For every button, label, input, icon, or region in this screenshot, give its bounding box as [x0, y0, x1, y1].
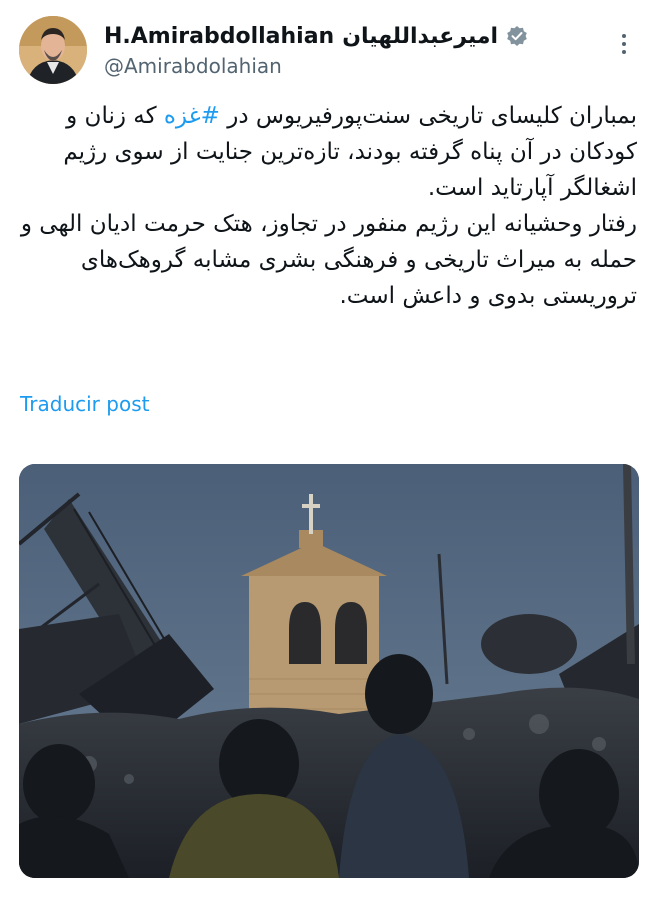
display-name-latin[interactable]: H.Amirabdollahian	[104, 24, 334, 49]
tweet-paragraph-1: بمباران کلیسای تاریخی سنت‌پورفیریوس در #…	[20, 98, 637, 206]
author-handle[interactable]: @Amirabdolahian	[104, 54, 282, 78]
tweet-media-image[interactable]	[19, 464, 639, 878]
display-name-persian[interactable]: امیرعبداللهیان	[342, 24, 498, 49]
church-photo-image	[19, 464, 639, 878]
author-name-row[interactable]: H.Amirabdollahian امیرعبداللهیان	[104, 16, 528, 56]
tweet-paragraph-2: رفتار وحشیانه این رژیم منفور در تجاوز، ه…	[20, 211, 637, 309]
verified-badge-icon	[506, 25, 528, 47]
tweet-text: بمباران کلیسای تاریخی سنت‌پورفیریوس در #…	[20, 98, 637, 314]
tweet-header: H.Amirabdollahian امیرعبداللهیان @Amirab…	[0, 0, 659, 100]
more-options-icon[interactable]	[612, 26, 636, 62]
translate-post-link[interactable]: Traducir post	[20, 392, 149, 416]
tweet-text-segment: بمباران کلیسای تاریخی سنت‌پورفیریوس در	[219, 103, 637, 129]
avatar[interactable]	[19, 16, 87, 84]
hashtag-link[interactable]: #غزه	[164, 103, 220, 129]
